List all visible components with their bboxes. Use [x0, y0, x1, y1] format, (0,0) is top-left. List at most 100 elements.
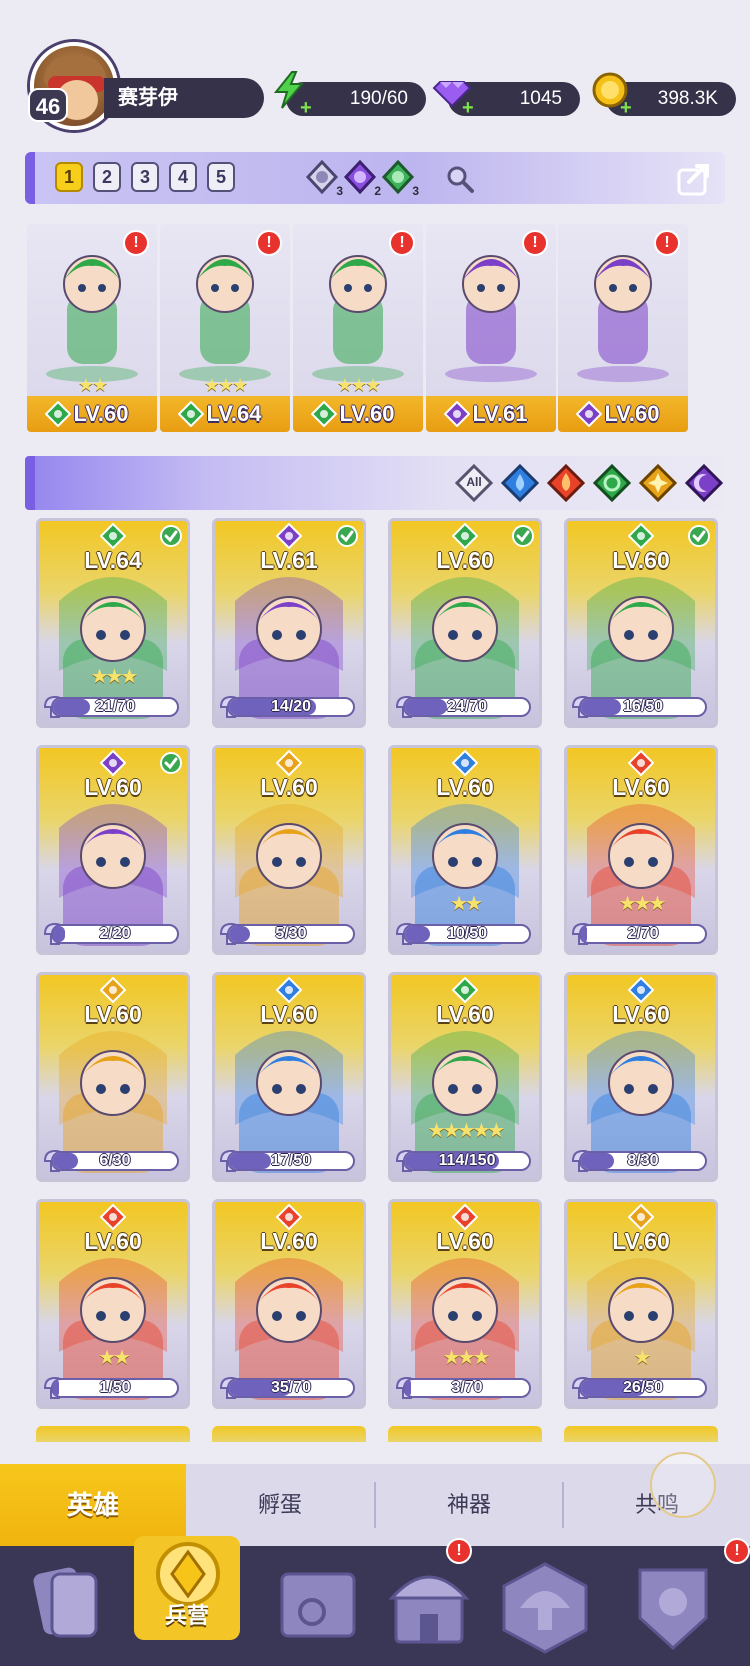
nav-barracks-label: 兵营 [164, 1603, 209, 1628]
shard-count: 2/70 [627, 925, 659, 942]
filter-water-icon[interactable] [501, 464, 539, 502]
hero-level: LV.60 [260, 1001, 318, 1027]
shard-progress-bar: 21/70 [51, 697, 179, 717]
hero-card[interactable]: LV.60 ★★★ 3/70 [388, 1199, 542, 1409]
hero-card[interactable]: LV.60 17/50 [212, 972, 366, 1182]
water-element-icon [276, 977, 302, 1003]
light-element-icon [628, 1204, 654, 1230]
hero-level: LV.61 [260, 547, 318, 573]
temple-icon[interactable] [374, 1556, 484, 1660]
team-tab-2[interactable]: 2 [93, 162, 121, 192]
hero-level: LV.60 [84, 774, 142, 800]
energy-plus-icon[interactable]: + [300, 98, 312, 118]
hero-level: LV.60 [84, 1228, 142, 1254]
magnifier-icon[interactable] [445, 164, 475, 194]
guild-alert-badge: ! [724, 1538, 750, 1564]
share-icon[interactable] [675, 158, 715, 198]
hero-card[interactable]: LV.60 35/70 [212, 1199, 366, 1409]
owned-check-icon [512, 525, 534, 547]
hero-card[interactable]: LV.60 ★★★★★ 114/150 [388, 972, 542, 1182]
hero-level: LV.60 [84, 1001, 142, 1027]
fire-element-icon [628, 750, 654, 776]
shard-count: 8/30 [627, 1152, 659, 1169]
filter-light-icon[interactable] [639, 464, 677, 502]
map-icon[interactable] [262, 1556, 372, 1660]
owned-check-icon [160, 525, 182, 547]
hero-card[interactable]: LV.60 24/70 [388, 518, 542, 728]
energy-value: 190/60 [349, 88, 408, 109]
hero-card[interactable]: LV.60 ★★ 10/50 [388, 745, 542, 955]
hero-stars: ★★★ [203, 375, 248, 395]
temple-alert-badge: ! [446, 1538, 472, 1564]
shard-progress-bar: 16/50 [579, 697, 707, 717]
shard-progress-bar: 35/70 [227, 1378, 355, 1398]
hero-level: LV.60 [612, 1001, 670, 1027]
nature-element-icon [452, 977, 478, 1003]
team-hero-card[interactable]: ★★★ LV.60! [293, 224, 423, 432]
white-crystal-icon: 3 [305, 159, 343, 198]
team-tab-1[interactable]: 1 [55, 162, 83, 192]
tab-artifacts[interactable]: 神器 [376, 1464, 562, 1546]
hero-card[interactable]: LV.60 ★★ 1/50 [36, 1199, 190, 1409]
shard-count: 114/150 [438, 1152, 496, 1169]
shard-count: 16/50 [622, 698, 664, 715]
team-hero-card[interactable]: ★★★ LV.64! [160, 224, 290, 432]
filter-fire-icon[interactable] [547, 464, 585, 502]
team-hero-card[interactable]: LV.61! [426, 224, 556, 432]
hero-alert-badge: ! [123, 230, 149, 256]
fire-element-icon [276, 1204, 302, 1230]
hero-card[interactable]: LV.60 6/30 [36, 972, 190, 1182]
coin-counter[interactable]: + 398.3K [592, 72, 736, 118]
filter-dark-icon[interactable] [685, 464, 723, 502]
shard-count: 35/70 [270, 1379, 312, 1396]
guild-icon[interactable] [618, 1556, 728, 1660]
nature-element-icon [100, 523, 126, 549]
water-element-icon [452, 750, 478, 776]
shard-count: 3/70 [451, 1379, 483, 1396]
gem-counter[interactable]: + 1045 [432, 81, 580, 118]
team-hero-card[interactable]: LV.60! [558, 224, 688, 432]
coin-plus-icon[interactable]: + [620, 98, 632, 118]
nav-barracks[interactable]: 兵营 [128, 1530, 246, 1640]
team-tab-4[interactable]: 4 [169, 162, 197, 192]
hero-card[interactable]: LV.60 5/30 [212, 745, 366, 955]
hero-card[interactable]: LV.60 16/50 [564, 518, 718, 728]
floating-menu-button[interactable] [650, 1452, 716, 1518]
purple-crystal-count: 2 [374, 184, 381, 198]
shard-progress-bar: 114/150 [403, 1151, 531, 1171]
hero-card[interactable]: LV.61 14/20 [212, 518, 366, 728]
purple-crystal-icon: 2 [343, 159, 381, 198]
hero-stars: ★★★★★ [427, 1120, 506, 1142]
gem-plus-icon[interactable]: + [462, 98, 474, 118]
hero-level: LV.60 [436, 1001, 494, 1027]
mushroom-icon[interactable] [490, 1556, 600, 1660]
team-tab-5[interactable]: 5 [207, 162, 235, 192]
top-bar: 赛芽伊 46 + 190/60 + 1045 + 398.3K [0, 0, 750, 140]
hero-level: LV.60 [436, 547, 494, 573]
hero-card[interactable]: LV.64 ★★★ 21/70 [36, 518, 190, 728]
hero-level: LV.60 [612, 547, 670, 573]
nature-element-icon [178, 401, 204, 427]
filter-nature-icon[interactable] [593, 464, 631, 502]
team-hero-card[interactable]: ★★ LV.60! [27, 224, 157, 432]
hero-level: LV.60 [260, 774, 318, 800]
dark-element-icon [100, 750, 126, 776]
team-selector-bar: 1 2 3 4 5 3 2 3 [25, 152, 725, 204]
hero-card[interactable]: LV.60 ★★★ 2/70 [564, 745, 718, 955]
hero-card[interactable]: LV.60 ★ 26/50 [564, 1199, 718, 1409]
fire-element-icon [452, 1204, 478, 1230]
shard-progress-bar: 14/20 [227, 697, 355, 717]
hero-stars: ★★★ [336, 375, 381, 395]
shard-count: 2/20 [99, 925, 131, 942]
team-tab-3[interactable]: 3 [131, 162, 159, 192]
hero-card[interactable]: LV.60 8/30 [564, 972, 718, 1182]
nature-element-icon [45, 401, 71, 427]
energy-counter[interactable]: + 190/60 [273, 71, 426, 118]
hero-alert-badge: ! [654, 230, 680, 256]
hero-card[interactable]: LV.60 2/20 [36, 745, 190, 955]
player-level-badge: 46 [28, 88, 68, 122]
shard-progress-bar: 26/50 [579, 1378, 707, 1398]
green-crystal-count: 3 [412, 184, 419, 198]
owned-check-icon [336, 525, 358, 547]
cards-icon[interactable] [12, 1556, 122, 1660]
